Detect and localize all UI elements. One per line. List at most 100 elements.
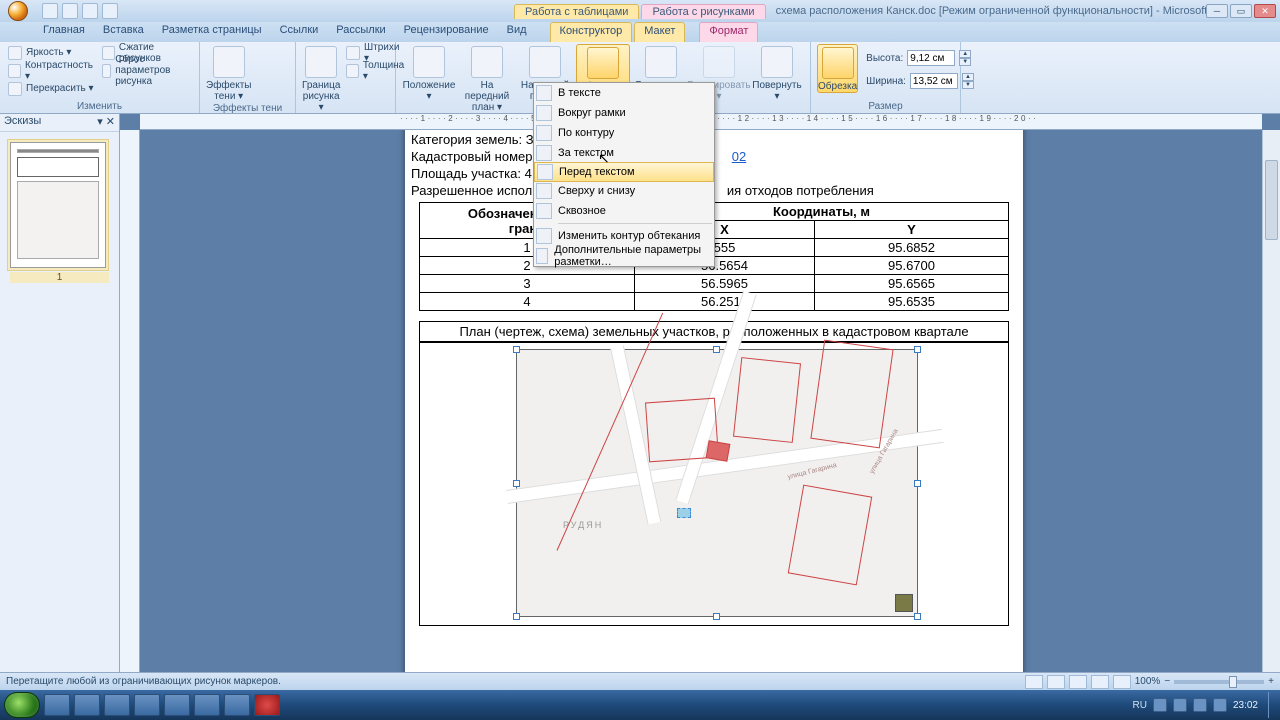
recolor-button[interactable]: Перекрасить ▾ (6, 80, 96, 97)
tab-view[interactable]: Вид (498, 22, 536, 42)
taskbar-app-icon[interactable] (134, 694, 160, 716)
reset-picture-button[interactable]: Сброс параметров рисунка (100, 62, 193, 79)
view-print-layout-icon[interactable] (1025, 675, 1043, 689)
wrap-text-dropdown: В тексте Вокруг рамки По контуру За текс… (533, 82, 715, 267)
compress-icon (102, 46, 115, 60)
wrap-through[interactable]: Сквозное (534, 201, 714, 221)
tray-clock[interactable]: 23:02 (1233, 700, 1262, 711)
table-row: 356.596595.6565 (420, 275, 1009, 293)
wrap-topbottom[interactable]: Сверху и снизу (534, 181, 714, 201)
thumbnails-dropdown-icon[interactable]: ▾ ✕ (97, 115, 115, 130)
rotate-icon (761, 46, 793, 78)
show-desktop-button[interactable] (1268, 692, 1276, 718)
minimize-button[interactable]: ─ (1206, 4, 1228, 18)
view-draft-icon[interactable] (1113, 675, 1131, 689)
tray-icon[interactable] (1213, 698, 1227, 712)
map-scale-icon (895, 594, 913, 612)
tray-icon[interactable] (1153, 698, 1167, 712)
tray-lang[interactable]: RU (1133, 700, 1147, 711)
street-label: улица Гагарина (787, 462, 838, 481)
taskbar-explorer-icon[interactable] (44, 694, 70, 716)
wrap-front[interactable]: Перед текстом (534, 162, 714, 182)
rotate-button[interactable]: Повернуть ▾ (750, 44, 804, 102)
thumbnails-pane: Эскизы ▾ ✕ 1 (0, 114, 120, 690)
wrap-square[interactable]: Вокруг рамки (534, 103, 714, 123)
crop-button[interactable]: Обрезка (817, 44, 858, 93)
position-button[interactable]: Положение ▾ (402, 44, 456, 102)
wrap-behind-icon (536, 145, 552, 161)
thumbnails-title: Эскизы (4, 115, 41, 130)
recolor-icon (8, 82, 22, 96)
resize-handle[interactable] (513, 613, 520, 620)
tab-table-design[interactable]: Конструктор (550, 22, 633, 42)
tab-page-layout[interactable]: Разметка страницы (153, 22, 271, 42)
zoom-percent[interactable]: 100% (1135, 676, 1161, 687)
tab-mailings[interactable]: Рассылки (327, 22, 394, 42)
resize-handle[interactable] (513, 480, 520, 487)
table-row: 456.251995.6535 (420, 293, 1009, 311)
width-field[interactable]: Ширина:▲▼ (862, 71, 974, 91)
context-tab-tables: Работа с таблицами (514, 4, 639, 19)
page-thumbnail[interactable] (10, 142, 106, 268)
tab-picture-format[interactable]: Формат (699, 22, 758, 42)
height-field[interactable]: Высота:▲▼ (862, 48, 974, 68)
contrast-button[interactable]: Контрастность ▾ (6, 62, 96, 79)
vertical-scrollbar[interactable] (1262, 130, 1280, 690)
view-web-layout-icon[interactable] (1069, 675, 1087, 689)
resize-handle[interactable] (914, 346, 921, 353)
wrap-edit-points[interactable]: Изменить контур обтекания (534, 226, 714, 246)
resize-handle[interactable] (713, 346, 720, 353)
taskbar-folder-icon[interactable] (74, 694, 100, 716)
zoom-out-button[interactable]: − (1164, 676, 1170, 687)
qat-custom-icon[interactable] (102, 3, 118, 19)
context-tab-pictures: Работа с рисунками (641, 4, 765, 19)
map-image[interactable]: улица Гагарина улица Гагарина РУДЯН (516, 349, 918, 617)
tray-volume-icon[interactable] (1193, 698, 1207, 712)
office-button[interactable] (0, 0, 36, 22)
vertical-ruler[interactable] (120, 130, 140, 690)
thumbnail-page-number: 1 (10, 272, 109, 283)
qat-save-icon[interactable] (42, 3, 58, 19)
wrap-square-icon (536, 105, 552, 121)
bring-front-button[interactable]: На передний план ▾ (460, 44, 514, 113)
send-back-icon (529, 46, 561, 78)
picture-border-button[interactable]: Граница рисунка ▾ (302, 44, 340, 113)
wrap-tight[interactable]: По контуру (534, 123, 714, 143)
start-button[interactable] (4, 692, 40, 718)
resize-handle[interactable] (914, 613, 921, 620)
taskbar-app-icon[interactable] (104, 694, 130, 716)
crop-icon (822, 47, 854, 79)
taskbar-app-icon[interactable] (224, 694, 250, 716)
view-outline-icon[interactable] (1091, 675, 1109, 689)
selected-marker[interactable] (677, 508, 691, 518)
taskbar-yandex-icon[interactable] (194, 694, 220, 716)
status-bar: Перетащите любой из ограничивающих рисун… (0, 672, 1280, 690)
tab-insert[interactable]: Вставка (94, 22, 153, 42)
shadow-effects-button[interactable]: Эффекты тени ▾ (206, 44, 251, 102)
close-button[interactable]: ✕ (1254, 4, 1276, 18)
resize-handle[interactable] (513, 346, 520, 353)
taskbar-opera-icon[interactable] (254, 694, 280, 716)
resize-handle[interactable] (914, 480, 921, 487)
plan-title: План (чертеж, схема) земельных участков,… (419, 321, 1009, 342)
wrap-behind[interactable]: За текстом (534, 143, 714, 163)
qat-redo-icon[interactable] (82, 3, 98, 19)
resize-handle[interactable] (713, 613, 720, 620)
maximize-button[interactable]: ▭ (1230, 4, 1252, 18)
tab-review[interactable]: Рецензирование (395, 22, 498, 42)
window-title: схема расположения Канск.doc [Режим огра… (766, 5, 1206, 17)
zoom-in-button[interactable]: + (1268, 676, 1274, 687)
brightness-button[interactable]: Яркость ▾ (6, 44, 96, 61)
qat-undo-icon[interactable] (62, 3, 78, 19)
tray-network-icon[interactable] (1173, 698, 1187, 712)
wrap-inline[interactable]: В тексте (534, 83, 714, 103)
taskbar-app-icon[interactable] (164, 694, 190, 716)
zoom-slider[interactable] (1174, 680, 1264, 684)
wrap-more-options[interactable]: Дополнительные параметры разметки… (534, 246, 714, 266)
quick-access-toolbar (36, 3, 124, 19)
view-full-screen-icon[interactable] (1047, 675, 1065, 689)
tab-table-layout[interactable]: Макет (634, 22, 685, 42)
tab-home[interactable]: Главная (34, 22, 94, 42)
group-icon (703, 46, 735, 78)
tab-references[interactable]: Ссылки (271, 22, 328, 42)
